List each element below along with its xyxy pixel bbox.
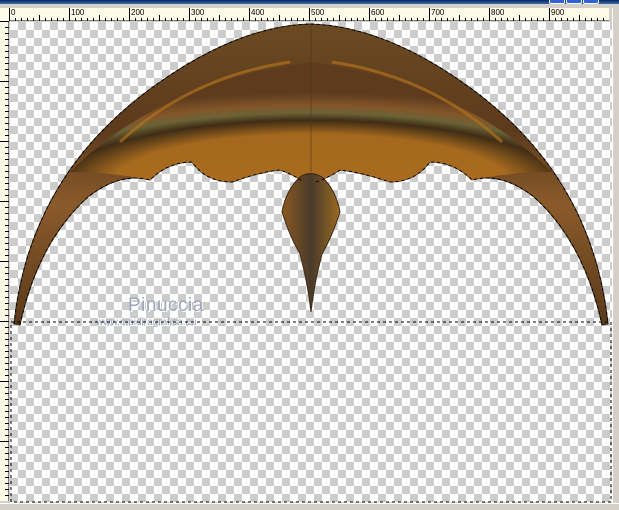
horizontal-scrollbar[interactable] — [0, 503, 619, 510]
arched-ornament-image — [13, 23, 609, 326]
vertical-ruler — [0, 21, 9, 501]
ruler-label: 600 — [371, 8, 385, 17]
image-canvas[interactable]: Pinuccia www.maidiragrafica.eu — [10, 22, 612, 503]
ruler-label: 900 — [551, 8, 565, 17]
ruler-label: 0 — [11, 8, 16, 17]
minimize-button[interactable] — [549, 0, 565, 4]
title-bar[interactable] — [0, 0, 619, 4]
watermark-name: Pinuccia — [128, 295, 204, 316]
ruler-label: 500 — [311, 8, 325, 17]
watermark-url: www.maidiragrafica.eu — [96, 317, 197, 328]
ruler-label: 800 — [491, 8, 505, 17]
vertical-ruler-ticks — [0, 21, 9, 496]
vertical-scrollbar[interactable] — [612, 8, 619, 503]
ruler-corner — [0, 8, 9, 21]
maximize-button[interactable] — [566, 0, 582, 4]
ruler-label: 300 — [191, 8, 205, 17]
central-spike — [281, 173, 341, 313]
horizontal-ruler: 0 100 200 300 400 500 600 700 800 900 — [9, 8, 609, 21]
ruler-label: 400 — [251, 8, 265, 17]
ruler-label: 200 — [131, 8, 145, 17]
ruler-label: 100 — [71, 8, 85, 17]
close-button[interactable] — [583, 0, 599, 4]
ruler-label: 700 — [431, 8, 445, 17]
